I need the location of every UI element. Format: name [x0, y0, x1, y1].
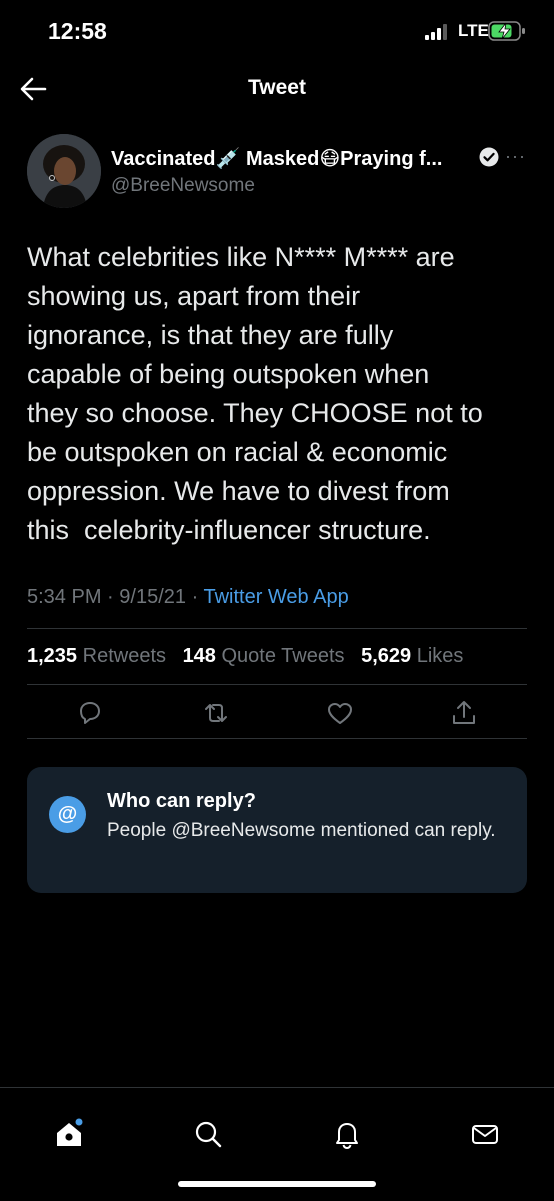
divider	[27, 738, 527, 739]
home-indicator	[178, 1181, 376, 1187]
home-icon[interactable]	[53, 1118, 85, 1150]
more-options-icon[interactable]: ···	[505, 146, 526, 167]
share-icon[interactable]	[449, 698, 479, 728]
reply-icon[interactable]	[75, 698, 105, 728]
mention-icon: @	[49, 796, 86, 833]
retweets-label: Retweets	[82, 645, 166, 667]
tweet-author: Vaccinated💉 Masked😷Praying f... ··· @Bre…	[27, 134, 527, 210]
page-title: Tweet	[248, 76, 306, 99]
tweet-text-line: they so choose. They CHOOSE not to	[27, 398, 483, 428]
retweet-icon[interactable]	[201, 698, 231, 728]
tweet-text-line: showing us, apart from their	[27, 281, 361, 311]
tweet-text-line: be outspoken on racial & economic	[27, 437, 448, 467]
tweet-meta: 5:34 PM · 9/15/21 · Twitter Web App	[27, 586, 349, 609]
retweets-count: 1,235	[27, 645, 78, 667]
divider	[27, 628, 527, 629]
search-icon[interactable]	[192, 1118, 224, 1150]
tweet-text-line: ignorance, is that they are fully	[27, 320, 394, 350]
battery-charging-icon	[488, 21, 525, 41]
avatar-image	[27, 134, 101, 208]
author-handle[interactable]: @BreeNewsome	[111, 175, 255, 197]
tweet-source-link[interactable]: Twitter Web App	[203, 586, 348, 608]
signal-strength-icon	[425, 24, 447, 40]
quote-tweets-count: 148	[182, 645, 216, 667]
author-name[interactable]: Vaccinated💉 Masked😷Praying f...	[111, 146, 442, 171]
card-body: People @BreeNewsome mentioned can reply.	[107, 820, 496, 841]
nav-bar: Tweet	[0, 62, 554, 117]
tweet-text-line: this celebrity-influencer structure.	[27, 515, 431, 545]
verified-badge-icon	[479, 147, 499, 167]
meta-separator: ·	[107, 586, 114, 608]
quote-tweets-stat[interactable]: 148 Quote Tweets	[183, 645, 345, 667]
likes-count: 5,629	[361, 645, 412, 667]
tweet-actions	[27, 696, 527, 736]
tweet-text: What celebrities like N**** M**** are sh…	[27, 238, 532, 550]
card-title: Who can reply?	[107, 790, 256, 812]
tweet-time: 5:34 PM	[27, 586, 102, 608]
divider	[27, 684, 527, 685]
network-type: LTE	[458, 21, 489, 40]
notifications-icon[interactable]	[331, 1118, 363, 1150]
who-can-reply-card: @ Who can reply? People @BreeNewsome men…	[27, 767, 527, 893]
likes-label: Likes	[416, 645, 464, 667]
tweet-stats: 1,235 Retweets 148 Quote Tweets 5,629 Li…	[27, 645, 474, 668]
status-time: 12:58	[48, 18, 107, 44]
avatar[interactable]	[27, 134, 101, 208]
tweet-text-line: What celebrities like N**** M**** are	[27, 242, 455, 272]
retweets-stat[interactable]: 1,235 Retweets	[27, 645, 166, 667]
tweet-text-line: capable of being outspoken when	[27, 359, 430, 389]
tweet-text-line: oppression. We have to divest from	[27, 476, 450, 506]
status-bar: 12:58 LTE	[0, 0, 554, 62]
tweet-date: 9/15/21	[119, 586, 187, 608]
messages-icon[interactable]	[469, 1118, 501, 1150]
like-icon[interactable]	[325, 698, 355, 728]
meta-separator: ·	[191, 586, 199, 608]
quote-tweets-label: Quote Tweets	[221, 645, 345, 667]
likes-stat[interactable]: 5,629 Likes	[361, 645, 463, 667]
